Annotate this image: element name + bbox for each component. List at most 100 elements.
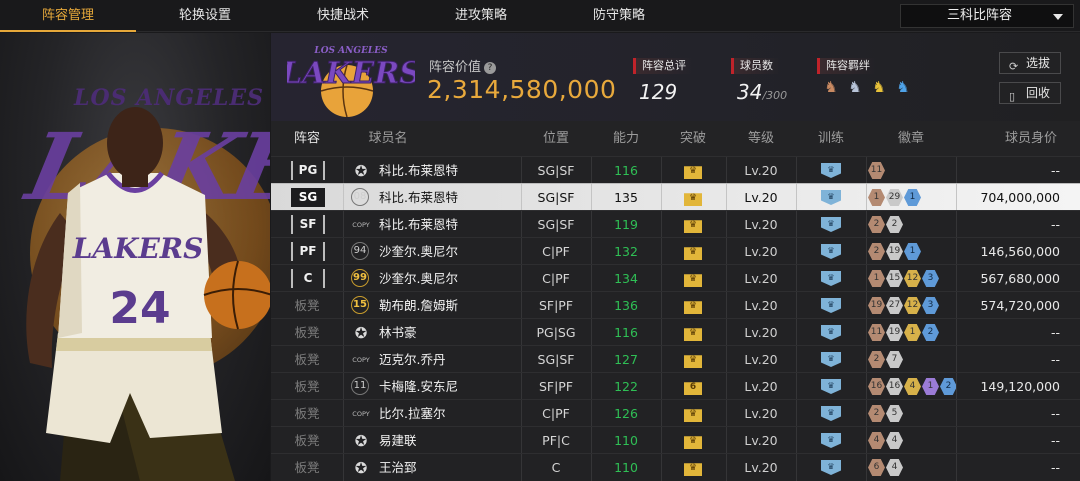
player-ability: 116 bbox=[614, 325, 638, 340]
tab-defense-strategy[interactable]: 防守策略 bbox=[550, 0, 688, 32]
select-button[interactable]: ⟳ 选拔 bbox=[999, 52, 1061, 74]
badge-hex: 4 bbox=[868, 432, 885, 449]
table-row[interactable]: 板凳 ✪ 林书豪 PG|SG 116 ♛ Lv.20 ♛ 11 19 1 2 -- bbox=[271, 318, 1080, 346]
player-ability: 122 bbox=[614, 379, 638, 394]
player-level: Lv.20 bbox=[744, 406, 778, 421]
col-player-value[interactable]: 球员身价 bbox=[986, 121, 1076, 156]
crown-icon: ♛ bbox=[684, 247, 702, 260]
training-icon: ♛ bbox=[821, 271, 841, 286]
col-ability[interactable]: 能力 bbox=[591, 121, 661, 156]
badge-list: 27 bbox=[868, 351, 904, 368]
col-position[interactable]: 位置 bbox=[521, 121, 591, 156]
player-name[interactable]: 迈克尔.乔丹 bbox=[379, 346, 445, 373]
tab-lineup-management[interactable]: 阵容管理 bbox=[0, 0, 136, 32]
svg-text:LAKERS: LAKERS bbox=[72, 232, 204, 265]
table-row[interactable]: 板凳 ✪ 易建联 PF|C 110 ♛ Lv.20 ♛ 44 -- bbox=[271, 426, 1080, 454]
badge-list: 11 19 1 2 bbox=[868, 324, 940, 341]
player-name[interactable]: 易建联 bbox=[379, 427, 417, 454]
training-icon: ♛ bbox=[821, 379, 841, 394]
badge-hex: 12 bbox=[904, 297, 921, 314]
table-row[interactable]: PF 94 沙奎尔.奥尼尔 C|PF 132 ♛ Lv.20 ♛ 2 19 1 14… bbox=[271, 237, 1080, 265]
col-level[interactable]: 等级 bbox=[726, 121, 796, 156]
lineup-dropdown[interactable]: 三科比阵容 bbox=[900, 4, 1074, 28]
player-name[interactable]: 王治郅 bbox=[379, 454, 417, 481]
table-row[interactable]: PG ✪ 科比.布莱恩特 SG|SF 116 ♛ Lv.20 ♛ 11 -- bbox=[271, 156, 1080, 184]
recycle-button-label: 回收 bbox=[1026, 86, 1051, 100]
slot-badge: PG bbox=[291, 161, 325, 180]
table-header: 阵容 球员名 位置 能力 突破 等级 训练 徽章 球员身价 bbox=[271, 121, 1080, 156]
player-name[interactable]: 沙奎尔.奥尼尔 bbox=[379, 238, 458, 265]
slot-badge: PF bbox=[291, 242, 325, 261]
select-button-label: 选拔 bbox=[1026, 56, 1051, 70]
player-ability: 136 bbox=[614, 298, 638, 313]
player-value: 574,720,000 bbox=[980, 298, 1060, 313]
col-badges[interactable]: 徽章 bbox=[866, 121, 956, 156]
player-value: -- bbox=[1050, 433, 1060, 448]
badge-hex: 29 bbox=[886, 189, 903, 206]
col-lineup[interactable]: 阵容 bbox=[271, 121, 343, 156]
badge-hex: 19 bbox=[868, 297, 885, 314]
copy-icon: COPY bbox=[352, 221, 370, 229]
player-name[interactable]: 勒布朗.詹姆斯 bbox=[379, 292, 458, 319]
player-level: Lv.20 bbox=[744, 460, 778, 475]
recycle-button[interactable]: ▯ 回收 bbox=[999, 82, 1061, 104]
tab-offense-strategy[interactable]: 进攻策略 bbox=[412, 0, 550, 32]
help-icon[interactable]: ? bbox=[484, 62, 497, 74]
player-name[interactable]: 科比.布莱恩特 bbox=[379, 184, 458, 211]
lineup-value: 2,314,580,000 bbox=[427, 75, 617, 104]
table-row[interactable]: C 99 沙奎尔.奥尼尔 C|PF 134 ♛ Lv.20 ♛ 1 15 12 3 5… bbox=[271, 264, 1080, 292]
badge-hex: 1 bbox=[922, 378, 939, 395]
badge-hex: 11 bbox=[868, 162, 885, 179]
badge-hex: 16 bbox=[886, 378, 903, 395]
crown-icon: ♛ bbox=[684, 463, 702, 476]
player-position: SG|SF bbox=[537, 163, 575, 178]
badge-list: 22 bbox=[868, 216, 904, 233]
player-name[interactable]: 科比.布莱恩特 bbox=[379, 157, 458, 184]
col-training[interactable]: 训练 bbox=[796, 121, 866, 156]
col-player-name[interactable]: 球员名 bbox=[343, 121, 433, 156]
crown-icon: ♛ bbox=[684, 166, 702, 179]
bond-blue-icon[interactable]: ♞ bbox=[893, 78, 913, 96]
card-number-icon: 94 bbox=[351, 242, 369, 260]
badge-list: 64 bbox=[868, 459, 904, 476]
player-position: SF|PF bbox=[538, 379, 574, 394]
table-row[interactable]: 板凳 ✪ 王治郅 C 110 ♛ Lv.20 ♛ 64 -- bbox=[271, 453, 1080, 481]
table-row[interactable]: 板凳 15 勒布朗.詹姆斯 SF|PF 136 ♛ Lv.20 ♛ 19 27 12… bbox=[271, 291, 1080, 319]
bond-bronze-icon[interactable]: ♞ bbox=[821, 78, 841, 96]
bond-gold-icon[interactable]: ♞ bbox=[869, 78, 889, 96]
player-value: 149,120,000 bbox=[980, 379, 1060, 394]
star-icon: ✪ bbox=[354, 459, 368, 477]
badge-hex: 5 bbox=[886, 405, 903, 422]
badge-hex: 1 bbox=[904, 189, 921, 206]
player-value: -- bbox=[1050, 352, 1060, 367]
player-name[interactable]: 比尔.拉塞尔 bbox=[379, 400, 445, 427]
badge-hex: 3 bbox=[922, 297, 939, 314]
crown-icon: ♛ bbox=[684, 355, 702, 368]
chevron-down-icon bbox=[1053, 14, 1063, 20]
svg-text:LOS ANGELES: LOS ANGELES bbox=[313, 46, 388, 56]
player-position: SG|SF bbox=[537, 190, 575, 205]
col-breakthrough[interactable]: 突破 bbox=[661, 121, 725, 156]
lineup-bond-box: 阵容羁绊 ♞ ♞ ♞ ♞ bbox=[817, 54, 913, 96]
table-row[interactable]: SF COPY 科比.布莱恩特 SG|SF 119 ♛ Lv.20 ♛ 22 -… bbox=[271, 210, 1080, 238]
player-name[interactable]: 林书豪 bbox=[379, 319, 417, 346]
tab-rotation-settings[interactable]: 轮换设置 bbox=[136, 0, 274, 32]
badge-hex: 27 bbox=[886, 297, 903, 314]
player-level: Lv.20 bbox=[744, 325, 778, 340]
table-row[interactable]: SG 08 科比.布莱恩特 SG|SF 135 ♛ Lv.20 ♛ 1 29 1 7… bbox=[271, 183, 1080, 211]
badge-list: 11 bbox=[868, 162, 886, 179]
player-ability: 110 bbox=[614, 460, 638, 475]
star-icon: ✪ bbox=[354, 432, 368, 450]
badge-hex: 2 bbox=[868, 243, 885, 260]
table-row[interactable]: 板凳 COPY 比尔.拉塞尔 C|PF 126 ♛ Lv.20 ♛ 25 -- bbox=[271, 399, 1080, 427]
tab-quick-tactics[interactable]: 快捷战术 bbox=[274, 0, 412, 32]
player-name[interactable]: 卡梅隆.安东尼 bbox=[379, 373, 458, 400]
bond-silver-icon[interactable]: ♞ bbox=[845, 78, 865, 96]
crown-icon: ♛ bbox=[684, 436, 702, 449]
player-name[interactable]: 科比.布莱恩特 bbox=[379, 211, 458, 238]
table-row[interactable]: 板凳 11 卡梅隆.安东尼 SF|PF 122 6 Lv.20 ♛ 16 16 4 1… bbox=[271, 372, 1080, 400]
player-name[interactable]: 沙奎尔.奥尼尔 bbox=[379, 265, 458, 292]
training-icon: ♛ bbox=[821, 433, 841, 448]
table-row[interactable]: 板凳 COPY 迈克尔.乔丹 SG|SF 127 ♛ Lv.20 ♛ 27 -- bbox=[271, 345, 1080, 373]
training-icon: ♛ bbox=[821, 163, 841, 178]
